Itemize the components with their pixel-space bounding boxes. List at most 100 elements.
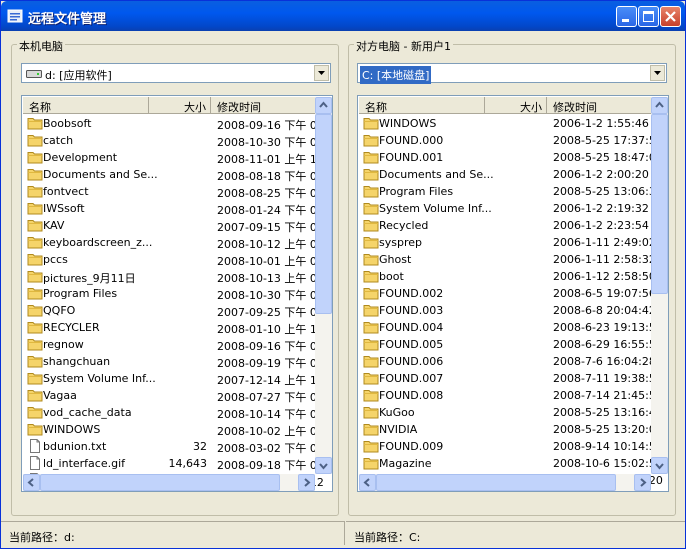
folder-icon — [27, 152, 43, 164]
remote-status-bar: 当前路径：C: — [346, 521, 685, 545]
file-row[interactable]: Development 2008-11-01 上午 11 — [23, 149, 324, 166]
maximize-button[interactable] — [638, 6, 659, 27]
local-drive-dropdown-button[interactable] — [314, 65, 329, 81]
folder-icon — [27, 237, 43, 249]
file-modified-time: 2008-5-25 13:20:00 — [553, 423, 663, 436]
scroll-down-button[interactable] — [315, 457, 332, 474]
scroll-right-button[interactable] — [298, 474, 315, 491]
file-row[interactable]: fontvect 2008-08-25 下午 04 — [23, 183, 324, 200]
file-row[interactable]: System Volume Inf... 2007-12-14 上午 11 — [23, 370, 324, 387]
file-row[interactable]: Documents and Se... 2008-08-18 下午 02 — [23, 166, 324, 183]
file-row[interactable]: catch 2008-10-30 下午 03 — [23, 132, 324, 149]
close-button[interactable] — [660, 6, 681, 27]
scroll-down-button[interactable] — [651, 457, 668, 474]
file-row[interactable]: vod_cache_data 2008-10-14 下午 08 — [23, 404, 324, 421]
column-header-size[interactable]: 大小 — [149, 97, 211, 114]
file-name: pictures_9月11日 — [43, 272, 136, 285]
column-header-modified[interactable]: 修改时间 — [547, 97, 657, 114]
remote-drive-dropdown-button[interactable] — [650, 65, 665, 81]
file-row[interactable]: KAV 2007-09-15 下午 06 — [23, 217, 324, 234]
scroll-thumb[interactable] — [315, 114, 332, 314]
local-drive-select[interactable]: d: [应用软件] — [21, 63, 331, 83]
file-row[interactable]: FOUND.007 2008-7-11 19:38:50 — [359, 370, 663, 387]
file-row[interactable]: Program Files 2008-5-25 13:06:30 — [359, 183, 663, 200]
file-row[interactable]: FOUND.009 2008-9-14 10:14:52 — [359, 438, 663, 455]
file-modified-time: 2006-1-12 2:58:50 — [553, 270, 656, 283]
file-row[interactable]: Boobsoft 2008-09-16 下午 04 — [23, 115, 324, 132]
app-icon — [7, 9, 23, 23]
file-row[interactable]: WINDOWS 2008-10-02 上午 06 — [23, 421, 324, 438]
local-vertical-scrollbar[interactable] — [315, 97, 332, 474]
scroll-thumb[interactable] — [651, 114, 668, 294]
file-row[interactable]: KuGoo 2008-5-25 13:16:42 — [359, 404, 663, 421]
scroll-up-button[interactable] — [315, 97, 332, 114]
file-modified-time: 2007-09-25 下午 09 — [217, 306, 324, 319]
file-row[interactable]: QQFO 2007-09-25 下午 09 — [23, 302, 324, 319]
remote-horizontal-scrollbar[interactable] — [359, 474, 651, 491]
file-row[interactable]: pccs 2008-10-01 上午 02 — [23, 251, 324, 268]
column-header-size[interactable]: 大小 — [485, 97, 547, 114]
file-modified-time: 2006-1-2 2:23:54 — [553, 219, 649, 232]
folder-icon — [27, 424, 43, 436]
scroll-up-button[interactable] — [651, 97, 668, 114]
scroll-left-button[interactable] — [23, 474, 40, 491]
folder-icon — [363, 441, 379, 453]
file-row[interactable]: RECYCLER 2008-01-10 上午 11 — [23, 319, 324, 336]
file-modified-time: 2008-09-16 下午 05 — [217, 340, 324, 353]
remote-drive-select[interactable]: C: [本地磁盘] — [357, 63, 667, 84]
file-modified-time: 2008-09-18 下午 03 — [217, 459, 324, 472]
folder-icon — [27, 169, 43, 181]
file-row[interactable]: Documents and Se... 2006-1-2 2:00:20 — [359, 166, 651, 183]
file-row[interactable]: Vagaa 2008-07-27 下午 09 — [23, 387, 324, 404]
file-row[interactable]: keyboardscreen_z... 2008-10-12 上午 08 — [23, 234, 324, 251]
column-header-name[interactable]: 名称 — [23, 97, 149, 114]
file-row[interactable]: FOUND.008 2008-7-14 21:45:54 — [359, 387, 663, 404]
file-row[interactable]: FOUND.003 2008-6-8 20:04:42 — [359, 302, 656, 319]
horizontal-scroll-thumb[interactable] — [40, 474, 280, 491]
horizontal-scroll-thumb[interactable] — [376, 474, 616, 491]
file-icon — [30, 439, 40, 453]
file-row[interactable]: shangchuan 2008-09-19 下午 06 — [23, 353, 324, 370]
file-row[interactable]: Magazine 2008-10-6 15:02:50 — [359, 455, 663, 472]
local-drive-value: d: [应用软件] — [45, 69, 112, 82]
file-row[interactable]: FOUND.004 2008-6-23 19:13:50 — [359, 319, 663, 336]
file-name: keyboardscreen_z... — [43, 236, 153, 249]
file-name: ld_interface.gif — [43, 457, 126, 470]
file-row[interactable]: WINDOWS 2006-1-2 1:55:46 — [359, 115, 651, 132]
file-row[interactable]: Ghost 2006-1-11 2:58:32 — [359, 251, 656, 268]
file-row[interactable]: regnow 2008-09-16 下午 05 — [23, 336, 324, 353]
column-header-modified[interactable]: 修改时间 — [211, 97, 321, 114]
file-row[interactable]: System Volume Inf... 2006-1-2 2:19:32 — [359, 200, 651, 217]
file-name: Documents and Se... — [43, 168, 158, 181]
column-header-name[interactable]: 名称 — [359, 97, 485, 114]
folder-icon — [363, 424, 379, 436]
scroll-right-button[interactable] — [634, 474, 651, 491]
file-row[interactable]: IWSsoft 2008-01-24 下午 06 — [23, 200, 324, 217]
file-row[interactable]: pictures_9月11日 2008-10-13 上午 09 — [23, 268, 324, 285]
local-horizontal-scrollbar[interactable] — [23, 474, 315, 491]
remote-file-list[interactable]: 名称 大小 修改时间 WINDOWS 2006-1-2 1:55:46 FOUND.… — [357, 95, 669, 492]
file-modified-time: 2008-5-25 13:06:30 — [553, 185, 663, 198]
file-row[interactable]: FOUND.006 2008-7-6 16:04:28 — [359, 353, 656, 370]
file-row[interactable]: sysprep 2006-1-11 2:49:02 — [359, 234, 656, 251]
file-name: FOUND.000 — [379, 134, 444, 147]
file-row[interactable]: Recycled 2006-1-2 2:23:54 — [359, 217, 651, 234]
file-row[interactable]: FOUND.001 2008-5-25 18:47:04 — [359, 149, 663, 166]
local-file-list[interactable]: 名称 大小 修改时间 Boobsoft 2008-09-16 下午 04 catch… — [21, 95, 333, 492]
file-row[interactable]: FOUND.002 2008-6-5 19:07:56 — [359, 285, 656, 302]
minimize-button[interactable] — [616, 6, 637, 27]
file-name: Vagaa — [43, 389, 77, 402]
window-title: 远程文件管理 — [28, 12, 107, 27]
title-bar[interactable]: 远程文件管理 — [1, 1, 685, 31]
file-row[interactable]: NVIDIA 2008-5-25 13:20:00 — [359, 421, 663, 438]
file-row[interactable]: Program Files 2008-10-30 下午 09 — [23, 285, 324, 302]
file-name: KAV — [43, 219, 65, 232]
folder-icon — [363, 186, 379, 198]
remote-vertical-scrollbar[interactable] — [651, 97, 668, 474]
file-row[interactable]: FOUND.000 2008-5-25 17:37:56 — [359, 132, 663, 149]
file-row[interactable]: boot 2006-1-12 2:58:50 — [359, 268, 656, 285]
scroll-left-button[interactable] — [359, 474, 376, 491]
file-row[interactable]: FOUND.005 2008-6-29 16:55:58 — [359, 336, 663, 353]
file-row[interactable]: ld_interface.gif 14,643 2008-09-18 下午 03 — [23, 455, 324, 472]
file-row[interactable]: bdunion.txt 32 2008-03-02 下午 01 — [23, 438, 324, 455]
